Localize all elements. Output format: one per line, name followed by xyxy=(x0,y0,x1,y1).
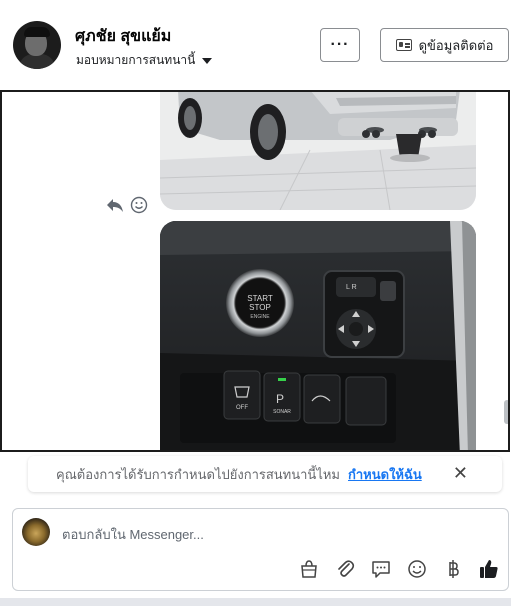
bottom-strip xyxy=(0,598,511,606)
thumbs-up-icon[interactable] xyxy=(476,556,501,581)
message-composer: ตอบกลับใน Messenger... xyxy=(12,508,509,591)
conversation-panel: ศุภชัย สุขแย้ม มอบหมายการสนทนานี้ ··· ดู… xyxy=(0,0,511,606)
contact-card-icon xyxy=(395,39,412,51)
reply-icon[interactable] xyxy=(106,197,124,213)
message-actions xyxy=(106,196,148,214)
view-contact-button[interactable]: ดูข้อมูลติดต่อ xyxy=(380,28,509,62)
attachment-icon[interactable] xyxy=(332,556,357,581)
scrollbar-thumb[interactable] xyxy=(504,400,508,424)
more-options-button[interactable]: ··· xyxy=(320,28,360,62)
engine-label: ENGINE xyxy=(250,314,270,320)
caret-down-icon xyxy=(202,57,213,64)
stop-label: STOP xyxy=(249,303,271,312)
contact-name[interactable]: ศุภชัย สุขแย้ม xyxy=(75,24,171,49)
shop-bag-icon[interactable] xyxy=(296,556,321,581)
conversation-header: ศุภชัย สุขแย้ม มอบหมายการสนทนานี้ ··· ดู… xyxy=(0,0,511,90)
sonar-label: SONAR xyxy=(273,409,291,415)
message-image-car-rear[interactable] xyxy=(160,92,476,210)
payment-baht-icon[interactable] xyxy=(440,556,465,581)
emoji-icon[interactable] xyxy=(404,556,429,581)
notice-text: คุณต้องการได้รับการกำหนดไปยังการสนทนานี้… xyxy=(56,466,340,482)
dashboard-photo: START STOP ENGINE L R OFF P SONAR xyxy=(160,221,476,450)
message-thread[interactable]: START STOP ENGINE L R OFF P SONAR xyxy=(0,90,510,452)
assign-label: มอบหมายการสนทนานี้ xyxy=(76,53,196,67)
start-label: START xyxy=(247,294,273,303)
message-image-dashboard[interactable]: START STOP ENGINE L R OFF P SONAR xyxy=(160,221,476,450)
view-contact-label: ดูข้อมูลติดต่อ xyxy=(418,37,494,53)
p-label: P xyxy=(276,392,284,406)
car-rear-photo xyxy=(160,92,476,210)
composer-toolbar xyxy=(296,556,501,581)
close-icon[interactable]: ✕ xyxy=(453,464,468,482)
assignment-notice: คุณต้องการได้รับการกำหนดไปยังการสนทนานี้… xyxy=(28,456,502,492)
assign-dropdown[interactable]: มอบหมายการสนทนานี้ xyxy=(76,51,213,70)
assign-to-me-link[interactable]: กำหนดให้ฉัน xyxy=(348,464,422,485)
react-emoji-icon[interactable] xyxy=(130,196,148,214)
reply-input[interactable]: ตอบกลับใน Messenger... xyxy=(62,524,204,545)
mirror-lr-label: L R xyxy=(346,284,357,291)
page-avatar xyxy=(22,518,50,546)
avatar[interactable] xyxy=(13,21,61,69)
off-label: OFF xyxy=(236,405,248,411)
saved-replies-icon[interactable] xyxy=(368,556,393,581)
